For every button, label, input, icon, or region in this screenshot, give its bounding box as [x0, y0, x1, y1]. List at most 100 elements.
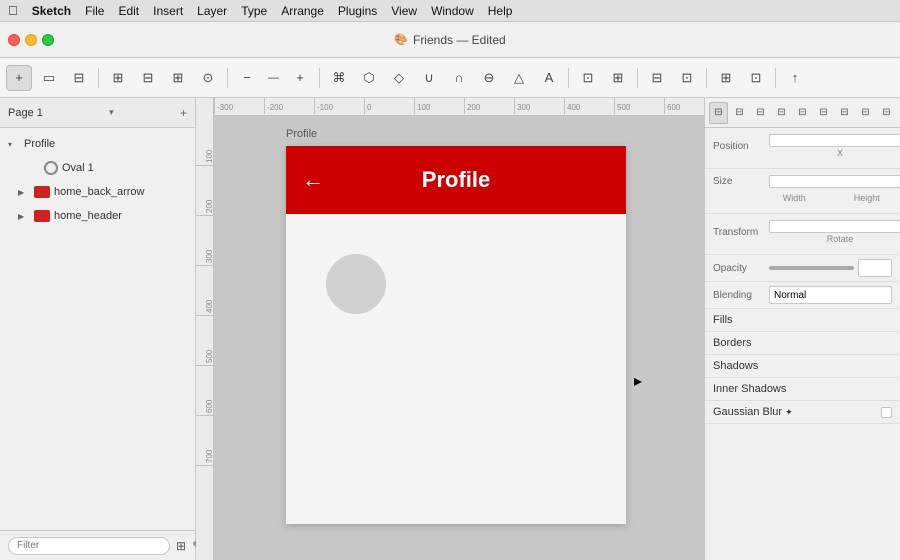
size-sublabels: Width Height — [769, 192, 892, 203]
align-bottom[interactable]: ⊟ — [814, 102, 833, 124]
size-row: Size is — [713, 175, 892, 188]
align-right[interactable]: ⊟ — [751, 102, 770, 124]
add-button[interactable]: + — [6, 65, 32, 91]
menu-view[interactable]: View — [391, 4, 417, 18]
layer-folder2-toggle: ▶ — [18, 212, 30, 221]
menu-edit[interactable]: Edit — [118, 4, 139, 18]
app-name[interactable]: Sketch — [32, 4, 71, 18]
traffic-lights — [8, 34, 54, 46]
artboard-body — [286, 214, 626, 524]
canvas-area[interactable]: -300 -200 -100 0 100 200 300 400 500 600… — [196, 98, 704, 560]
artboard[interactable]: ← Profile — [286, 146, 626, 524]
minimize-button[interactable] — [25, 34, 37, 46]
align-middle[interactable]: ⊟ — [793, 102, 812, 124]
layer-folder-home-header[interactable]: ▶ home_header — [0, 204, 195, 228]
borders-section[interactable]: Borders — [705, 332, 900, 355]
tool16[interactable]: ⊡ — [674, 65, 700, 91]
separator-2 — [227, 68, 228, 88]
tool3[interactable]: ⊞ — [165, 65, 191, 91]
blending-select[interactable]: Normal — [769, 286, 892, 304]
x-field[interactable] — [769, 134, 900, 147]
layer-group-name: Profile — [24, 138, 55, 150]
tool11[interactable]: △ — [506, 65, 532, 91]
menu-arrange[interactable]: Arrange — [281, 4, 324, 18]
ruler-mark: 400 — [564, 98, 614, 114]
ruler-vertical: 100 200 300 400 500 600 700 — [196, 98, 214, 560]
back-arrow-icon[interactable]: ← — [302, 167, 324, 193]
gaussian-blur-section[interactable]: Gaussian Blur ✦ — [705, 401, 900, 424]
inner-shadows-label: Inner Shadows — [713, 383, 786, 395]
layer-oval1[interactable]: Oval 1 — [0, 156, 195, 180]
opacity-field[interactable] — [858, 259, 892, 277]
tool5[interactable]: ⌘ — [326, 65, 352, 91]
zoom-in-button[interactable]: + — [287, 65, 313, 91]
align-top[interactable]: ⊟ — [772, 102, 791, 124]
filter-input[interactable] — [8, 537, 170, 555]
maximize-button[interactable] — [42, 34, 54, 46]
width-field[interactable] — [769, 175, 900, 188]
main-area: Page 1 ▾ + ▾ Profile Oval 1 ▶ home_back_… — [0, 98, 900, 560]
tool10[interactable]: ⊖ — [476, 65, 502, 91]
layers-panel: ▾ Profile Oval 1 ▶ home_back_arrow ▶ hom… — [0, 128, 195, 530]
tool14[interactable]: ⊞ — [605, 65, 631, 91]
tool9[interactable]: ∩ — [446, 65, 472, 91]
layer-folder-back-arrow-name: home_back_arrow — [54, 186, 145, 198]
share-button[interactable]: ↑ — [782, 65, 808, 91]
tool15[interactable]: ⊟ — [644, 65, 670, 91]
fills-section[interactable]: Fills — [705, 309, 900, 332]
tool12[interactable]: A — [536, 65, 562, 91]
menu-insert[interactable]: Insert — [153, 4, 183, 18]
menu-plugins[interactable]: Plugins — [338, 4, 377, 18]
tool17[interactable]: ⊞ — [713, 65, 739, 91]
gaussian-blur-checkbox[interactable] — [881, 407, 892, 418]
tool4[interactable]: ⊙ — [195, 65, 221, 91]
menu-window[interactable]: Window — [431, 4, 474, 18]
shape-tool[interactable]: ▭ — [36, 65, 62, 91]
grid-tool[interactable]: ⊞ — [105, 65, 131, 91]
folder-icon — [34, 186, 50, 198]
position-fields: X Y — [769, 134, 900, 158]
position-label: Position — [713, 141, 765, 152]
apple-menu[interactable]:  — [8, 3, 18, 18]
tool7[interactable]: ◇ — [386, 65, 412, 91]
opacity-row: Opacity — [705, 255, 900, 282]
layer-folder-back-arrow[interactable]: ▶ home_back_arrow — [0, 180, 195, 204]
size-label: Size — [713, 176, 765, 187]
separator-4 — [568, 68, 569, 88]
distribute-v[interactable]: ⊟ — [856, 102, 875, 124]
rotate-field[interactable] — [769, 220, 900, 233]
tool18[interactable]: ⊡ — [743, 65, 769, 91]
menu-type[interactable]: Type — [241, 4, 267, 18]
window-title: 🎨 Friends — Edited — [394, 33, 505, 47]
menu-layer[interactable]: Layer — [197, 4, 227, 18]
inner-shadows-section[interactable]: Inner Shadows — [705, 378, 900, 401]
layer-group-profile[interactable]: ▾ Profile — [0, 132, 195, 156]
artboard-label: Profile — [286, 128, 317, 140]
align-center-h[interactable]: ⊟ — [730, 102, 749, 124]
align-extra[interactable]: ⊟ — [877, 102, 896, 124]
copy-style-btn[interactable]: ⊞ — [176, 536, 186, 556]
menu-file[interactable]: File — [85, 4, 104, 18]
add-page-icon[interactable]: + — [180, 106, 187, 120]
separator-6 — [706, 68, 707, 88]
opacity-slider[interactable] — [769, 266, 854, 270]
oval-icon — [44, 161, 58, 175]
tool8[interactable]: ∪ — [416, 65, 442, 91]
text-tool[interactable]: ⊟ — [66, 65, 92, 91]
separator-3 — [319, 68, 320, 88]
tool2[interactable]: ⊟ — [135, 65, 161, 91]
opacity-label: Opacity — [713, 263, 765, 274]
tool6[interactable]: ⬡ — [356, 65, 382, 91]
alignment-toolbar: ⊟ ⊟ ⊟ ⊟ ⊟ ⊟ ⊟ ⊟ ⊟ — [705, 98, 900, 128]
align-left[interactable]: ⊟ — [709, 102, 728, 124]
zoom-out-button[interactable]: − — [234, 65, 260, 91]
height-label: Height — [842, 193, 893, 203]
tool13[interactable]: ⊡ — [575, 65, 601, 91]
close-button[interactable] — [8, 34, 20, 46]
transform-section: Transform Rotate Flip — [705, 214, 900, 255]
page-selector[interactable]: Page 1 ▾ + — [0, 98, 195, 128]
shadows-section[interactable]: Shadows — [705, 355, 900, 378]
menu-help[interactable]: Help — [488, 4, 513, 18]
cursor: ▸ — [634, 371, 642, 391]
distribute-h[interactable]: ⊟ — [835, 102, 854, 124]
